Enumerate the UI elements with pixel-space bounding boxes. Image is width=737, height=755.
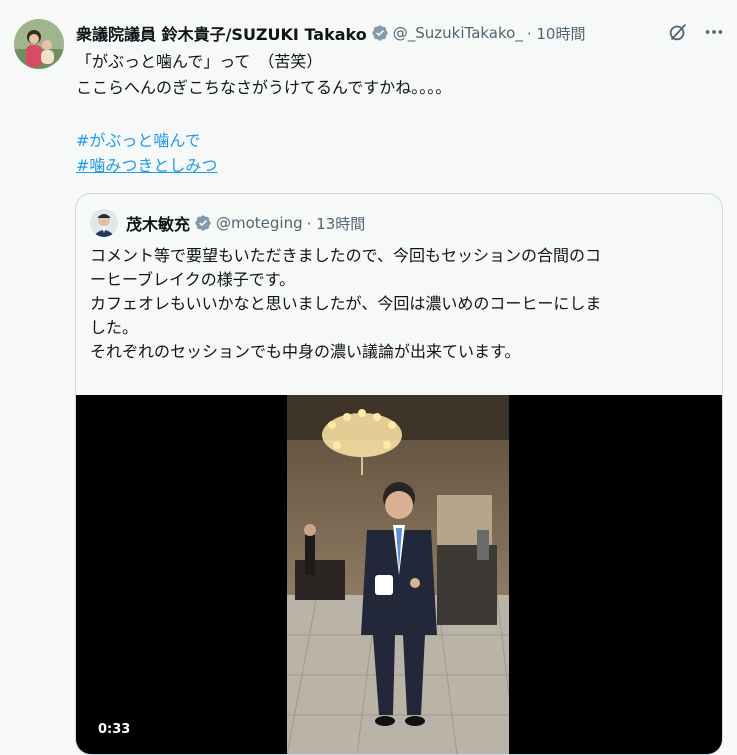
quoted-line: それぞれのセッションでも中身の濃い議論が出来ています。 <box>90 342 521 361</box>
hashtag-link[interactable]: #がぶっと噛んで <box>76 128 217 153</box>
quoted-author-avatar <box>90 209 118 237</box>
tweet-header: 衆議院議員 鈴木貴子/SUZUKI Takako @_SuzukiTakako_… <box>76 21 725 45</box>
author-avatar[interactable] <box>14 19 64 69</box>
tweet-time[interactable]: · 10時間 <box>527 23 586 44</box>
quoted-line: した。 <box>90 318 139 337</box>
tweet-text: 「がぶっと噛んで」って （苦笑） ここらへんのぎこちなさがうけてるんですかね。。… <box>76 49 716 101</box>
video-thumbnail[interactable] <box>287 395 509 754</box>
header-actions <box>667 21 725 43</box>
more-icon[interactable] <box>703 21 725 43</box>
grok-icon[interactable] <box>667 21 689 43</box>
author-name[interactable]: 衆議院議員 鈴木貴子/SUZUKI Takako <box>76 21 367 45</box>
quoted-tweet[interactable]: 茂木敏充 @moteging · 13時間 コメント等で要望もいただきましたので… <box>75 193 723 755</box>
verified-badge-icon <box>194 214 212 232</box>
quoted-author-name: 茂木敏充 <box>126 215 191 234</box>
hashtags: #がぶっと噛んで #噛みつきとしみつ <box>76 128 217 178</box>
quoted-author-handle: @moteging <box>216 214 303 232</box>
video-player[interactable]: 0:33 <box>76 395 722 754</box>
quoted-line: コメント等で要望もいただきましたので、今回もセッションの合間のコ <box>90 246 602 265</box>
author-handle[interactable]: @_SuzukiTakako_ <box>393 24 523 42</box>
quoted-tweet-time: · 13時間 <box>306 214 366 233</box>
tweet-line: 「がぶっと噛んで」って （苦笑） <box>76 52 323 71</box>
quoted-line: カフェオレもいいかなと思いましたが、今回は濃いめのコーヒーにしま <box>90 294 602 313</box>
quoted-tweet-text: コメント等で要望もいただきましたので、今回もセッションの合間のコ ーヒーブレイク… <box>90 244 706 364</box>
tweet-line: ここらへんのぎこちなさがうけてるんですかね。。。。 <box>76 78 452 97</box>
quoted-tweet-header: 茂木敏充 @moteging · 13時間 <box>90 208 365 238</box>
hashtag-link[interactable]: #噛みつきとしみつ <box>76 153 217 178</box>
tweet: 衆議院議員 鈴木貴子/SUZUKI Takako @_SuzukiTakako_… <box>0 0 737 755</box>
quoted-line: ーヒーブレイクの様子です。 <box>90 270 296 289</box>
verified-badge-icon <box>371 24 389 42</box>
